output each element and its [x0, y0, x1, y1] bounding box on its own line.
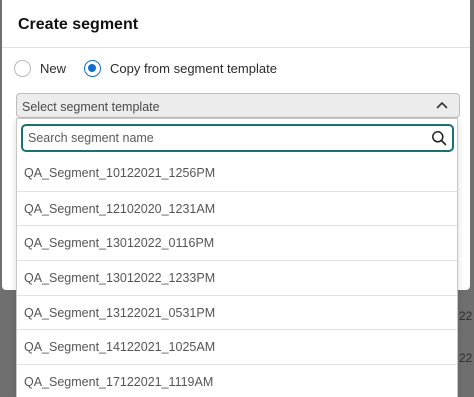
modal-header: Create segment [2, 0, 470, 48]
segment-template-select[interactable]: Select segment template [16, 93, 460, 118]
search-field[interactable] [21, 124, 454, 152]
list-item[interactable]: QA_Segment_13122021_0531PM [17, 294, 457, 330]
list-item[interactable]: QA_Segment_13012022_0116PM [17, 225, 457, 260]
modal-title: Create segment [18, 16, 139, 33]
list-item[interactable]: QA_Segment_17122021_1119AM [17, 364, 457, 397]
search-input[interactable] [23, 126, 423, 150]
radio-copy-template[interactable] [84, 59, 102, 77]
radio-copy-template-label: Copy from segment template [110, 60, 277, 76]
background-text: 22 [459, 309, 473, 323]
segment-source-radio-group: New Copy from segment template [14, 58, 295, 78]
radio-new-label: New [40, 60, 67, 76]
list-item[interactable]: QA_Segment_14122021_1025AM [17, 329, 457, 364]
segment-template-dropdown: QA_Segment_10122021_1256PM QA_Segment_12… [16, 118, 458, 397]
segment-template-list: QA_Segment_10122021_1256PM QA_Segment_12… [17, 156, 457, 397]
list-item[interactable]: QA_Segment_12102020_1231AM [17, 190, 457, 226]
list-item[interactable]: QA_Segment_10122021_1256PM [17, 156, 457, 191]
radio-new[interactable] [14, 59, 31, 77]
chevron-up-icon[interactable] [436, 100, 448, 110]
background-text: 22 [459, 351, 473, 365]
radio-option-new[interactable]: New [14, 59, 67, 77]
list-item[interactable]: QA_Segment_13012022_1233PM [17, 260, 457, 295]
radio-option-copy-template[interactable]: Copy from segment template [84, 59, 277, 77]
search-icon[interactable] [431, 130, 447, 146]
select-placeholder: Select segment template [22, 100, 160, 114]
